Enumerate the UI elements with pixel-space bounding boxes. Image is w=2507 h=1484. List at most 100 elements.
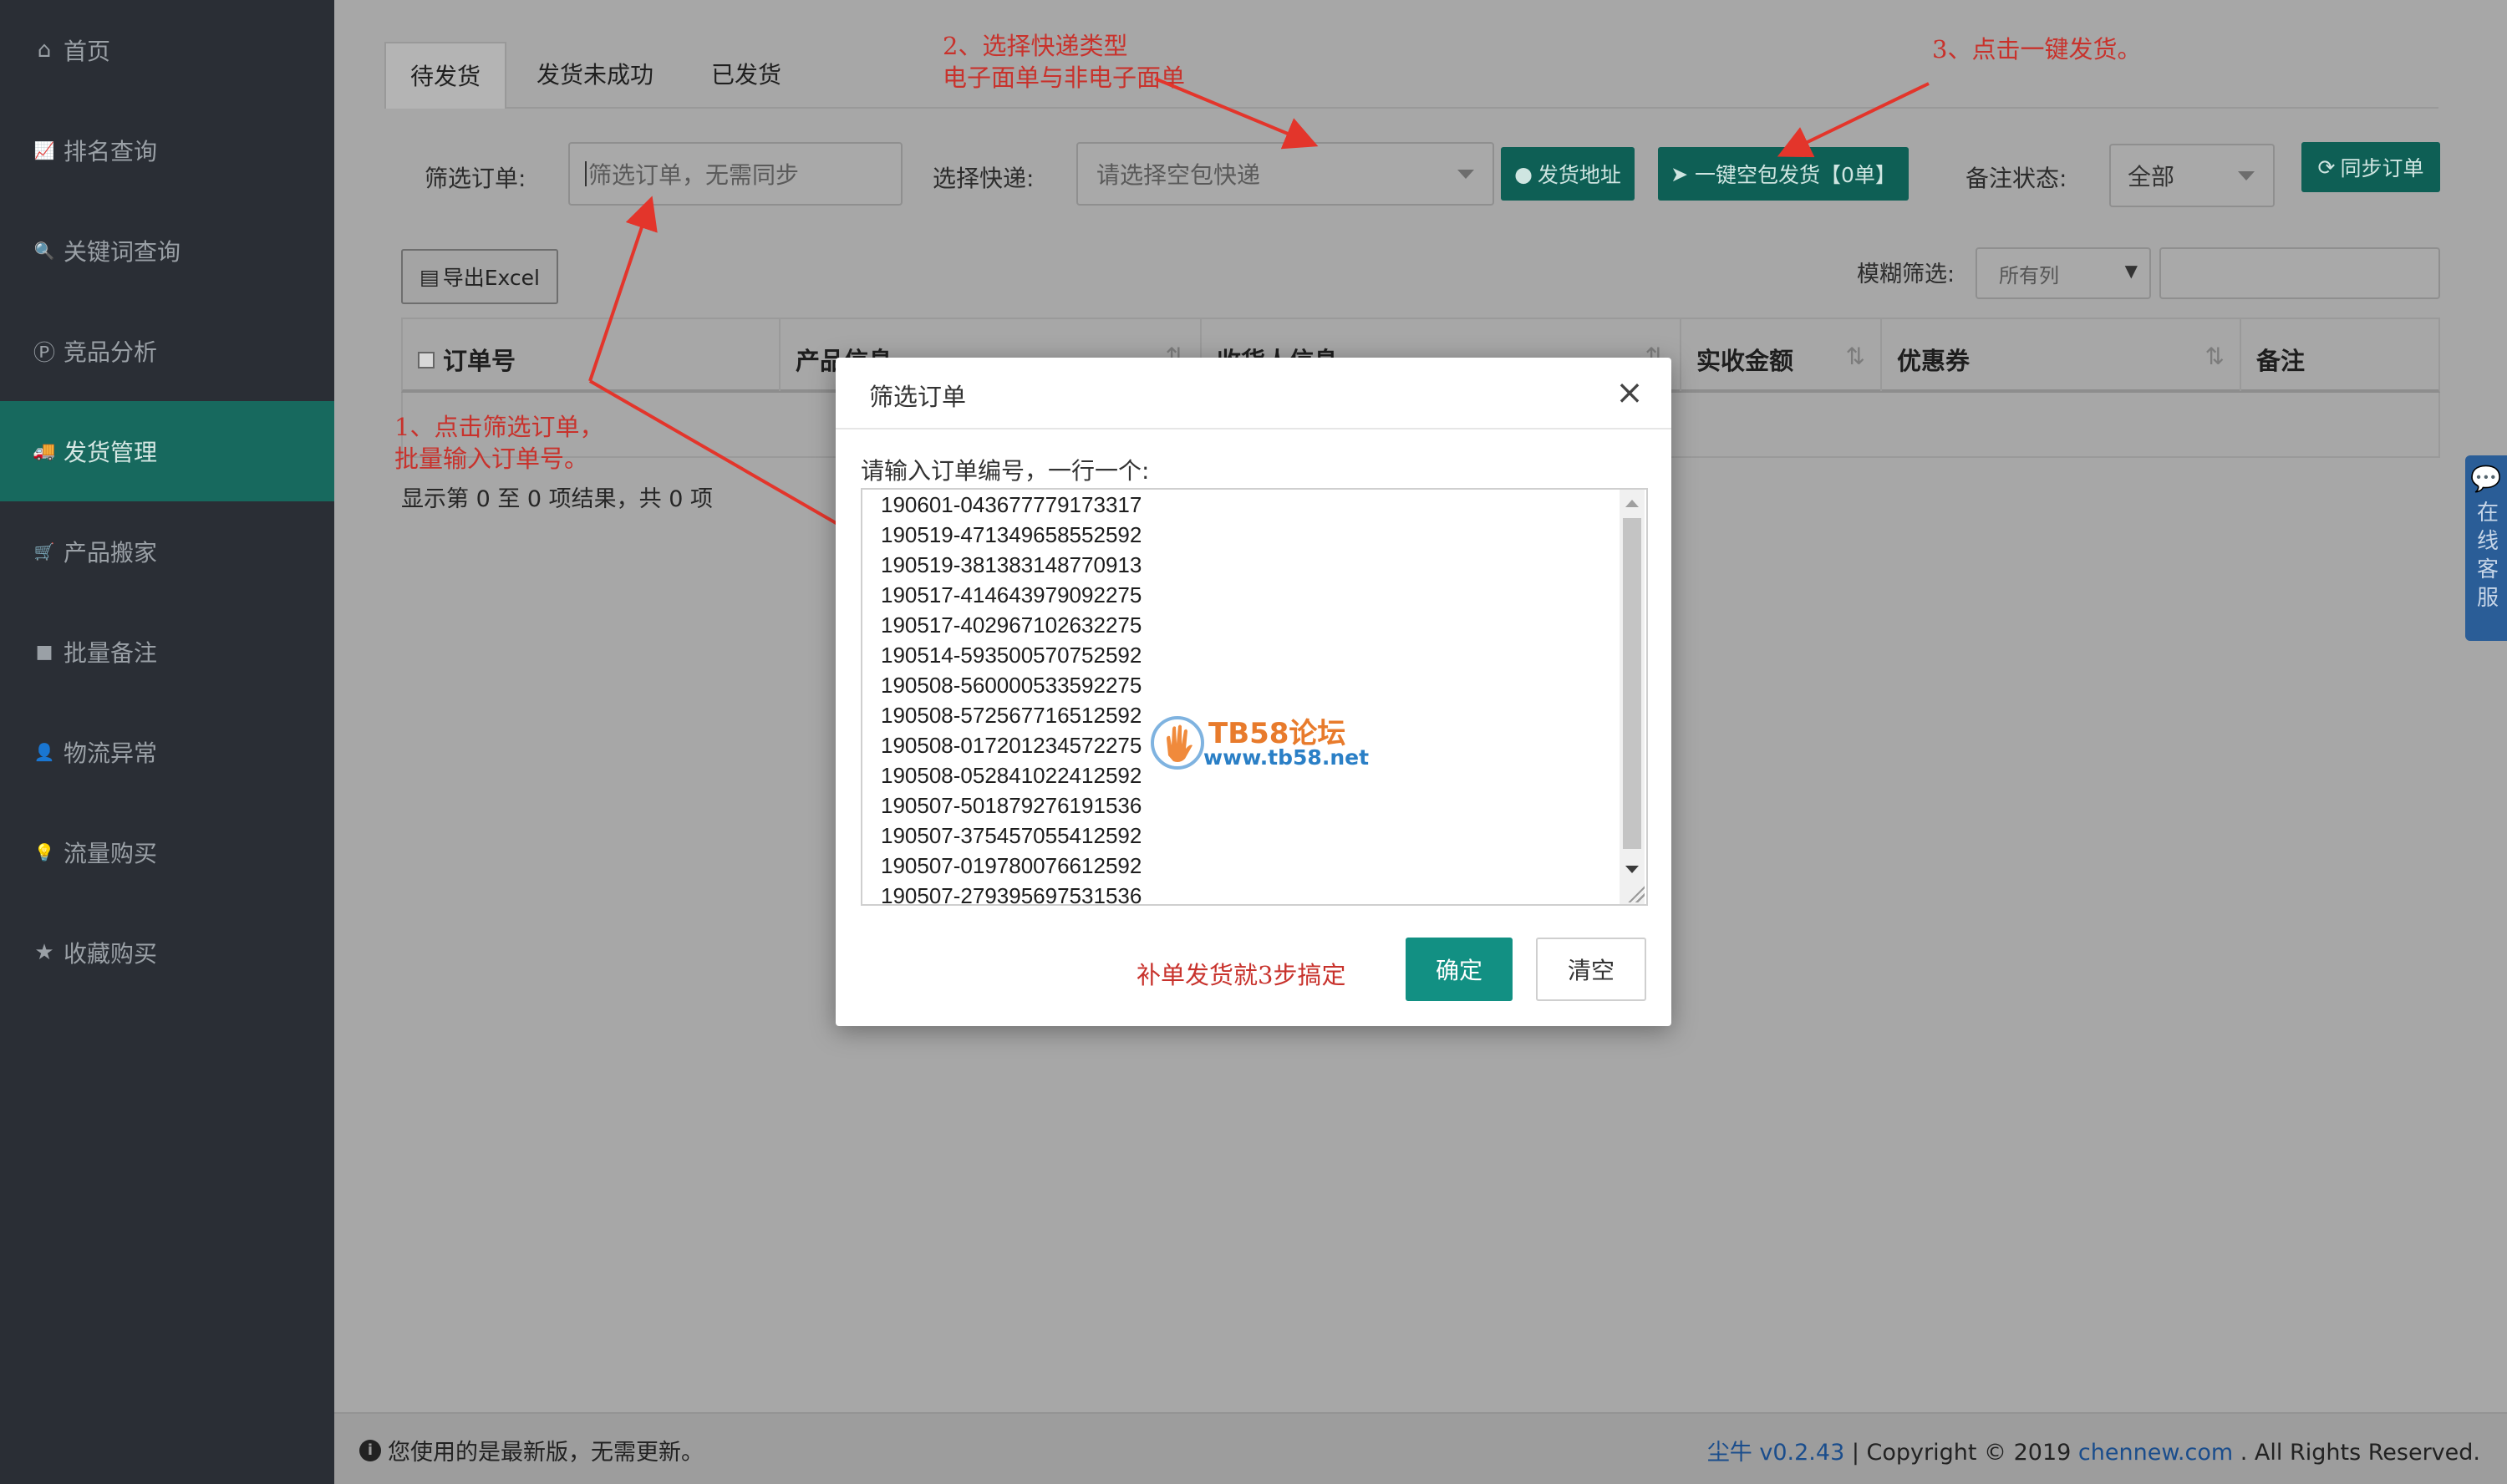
paper-plane-icon: ➤ xyxy=(1670,161,1689,186)
chevron-down-icon xyxy=(1457,170,1474,179)
sidebar-item-label: 发货管理 xyxy=(64,439,158,466)
col-order-no[interactable]: 订单号 xyxy=(403,319,781,391)
hand-logo-icon xyxy=(1151,716,1204,770)
annotation-step3: 3、点击一键发货。 xyxy=(1932,35,2142,64)
order-line: 190507-501879276191536 xyxy=(881,793,1142,818)
export-excel-button[interactable]: ▤ 导出Excel xyxy=(401,249,558,304)
sidebar-item-logistics[interactable]: 👤 物流异常 xyxy=(0,702,334,802)
site-link[interactable]: chennew.com xyxy=(2078,1440,2233,1466)
modal-header: 筛选订单 × xyxy=(836,358,1671,429)
sidebar-item-label: 产品搬家 xyxy=(64,539,158,567)
chevron-down-icon: ▼ xyxy=(2124,261,2138,281)
ship-address-label: 发货地址 xyxy=(1537,163,1621,187)
modal-hint: 补单发货就3步搞定 xyxy=(1137,961,1346,989)
sidebar-item-label: 流量购买 xyxy=(64,840,158,867)
sidebar-item-label: 竞品分析 xyxy=(64,338,158,366)
chat-bubble-icon: 💬 xyxy=(2470,465,2502,494)
express-select-value: 请选择空包快递 xyxy=(1096,161,1261,189)
annotation-step1: 1、点击筛选订单， 批量输入订单号。 xyxy=(394,411,603,475)
order-line: 190517-414643979092275 xyxy=(881,582,1142,607)
watermark-url: www.tb58.net xyxy=(1203,745,1370,770)
star-icon: ★ xyxy=(34,940,54,965)
order-filter-placeholder: 筛选订单，无需同步 xyxy=(588,161,800,189)
watermark: TB58论坛 www.tb58.net xyxy=(1148,709,1374,775)
col-coupon[interactable]: 优惠券 ⇅ xyxy=(1882,319,2241,391)
order-line: 190514-593500570752592 xyxy=(881,643,1142,668)
annotation-step1-line2: 批量输入订单号。 xyxy=(394,445,589,473)
order-filter-input[interactable]: 筛选订单，无需同步 xyxy=(568,142,903,206)
online-service-label: 在线客服 xyxy=(2473,501,2499,614)
col-amount[interactable]: 实收金额 ⇅ xyxy=(1681,319,1882,391)
search-icon: 🔍 xyxy=(33,241,55,261)
bulb-icon: 💡 xyxy=(33,842,55,862)
tab-failed[interactable]: 发货未成功 xyxy=(506,42,684,109)
col-label: 订单号 xyxy=(443,347,516,375)
sidebar-item-label: 物流异常 xyxy=(64,739,158,767)
close-icon[interactable]: × xyxy=(1613,376,1646,409)
sidebar-item-product-move[interactable]: 🛒 产品搬家 xyxy=(0,501,334,602)
export-excel-label: 导出Excel xyxy=(442,266,540,290)
copyright: 尘牛 v0.2.43 | Copyright © 2019 chennew.co… xyxy=(1707,1434,2480,1466)
tab-shipped[interactable]: 已发货 xyxy=(684,42,809,109)
order-line: 190507-019780076612592 xyxy=(881,853,1142,878)
filter-orders-modal: 筛选订单 × 请输入订单编号，一行一个: 190601-043677779173… xyxy=(836,358,1671,1026)
select-all-checkbox[interactable] xyxy=(418,352,435,368)
annotation-step2-line2: 电子面单与非电子面单 xyxy=(943,64,1186,92)
sync-orders-label: 同步订单 xyxy=(2340,156,2424,180)
order-line: 190601-043677779173317 xyxy=(881,492,1142,517)
one-click-ship-label: 一键空包发货【0单】 xyxy=(1695,163,1896,187)
fuzzy-filter-select[interactable]: 所有列 ▼ xyxy=(1976,247,2151,299)
express-label: 选择快递: xyxy=(933,165,1035,192)
annotation-step1-line1: 1、点击筛选订单， xyxy=(394,413,604,441)
clear-button[interactable]: 清空 xyxy=(1536,938,1646,1001)
sidebar-item-label: 批量备注 xyxy=(64,639,158,667)
one-click-ship-button[interactable]: ➤ 一键空包发货【0单】 xyxy=(1658,147,1909,201)
order-list: 190601-043677779173317 190519-4713496585… xyxy=(881,490,1142,904)
ship-address-button[interactable]: ● 发货地址 xyxy=(1501,147,1635,201)
textarea-scrollbar[interactable] xyxy=(1620,490,1645,904)
col-remark[interactable]: 备注 xyxy=(2241,319,2438,391)
sidebar-item-home[interactable]: ⌂ 首页 xyxy=(0,0,334,100)
chart-icon: 📈 xyxy=(33,140,55,160)
resize-grip-icon[interactable] xyxy=(1626,884,1645,902)
modal-prompt: 请输入订单编号，一行一个: xyxy=(861,457,1150,485)
copyright-text: | Copyright © 2019 xyxy=(1844,1440,2078,1466)
sidebar-item-shipping[interactable]: 🚚 发货管理 xyxy=(0,401,334,501)
order-line: 190508-017201234572275 xyxy=(881,733,1142,758)
sidebar-item-traffic[interactable]: 💡 流量购买 xyxy=(0,802,334,902)
p-badge-icon: Ⓟ xyxy=(33,340,55,366)
online-service-widget[interactable]: 💬 在线客服 xyxy=(2465,455,2507,641)
col-label: 优惠券 xyxy=(1897,347,1971,375)
sync-orders-button[interactable]: ⟳ 同步订单 xyxy=(2301,142,2440,192)
chevron-down-icon xyxy=(2238,171,2255,180)
annotation-step2-line1: 2、选择快递类型 xyxy=(943,32,1128,60)
sidebar-item-favorites[interactable]: ★ 收藏购买 xyxy=(0,902,334,1003)
sidebar-item-batch-note[interactable]: ■ 批量备注 xyxy=(0,602,334,702)
order-line: 190519-471349658552592 xyxy=(881,522,1142,547)
order-numbers-textarea[interactable]: 190601-043677779173317 190519-4713496585… xyxy=(861,488,1648,906)
sidebar-item-competitor[interactable]: Ⓟ 竞品分析 xyxy=(0,301,334,401)
fuzzy-filter-input[interactable] xyxy=(2159,247,2440,299)
remark-status-label: 备注状态: xyxy=(1965,165,2067,192)
scroll-thumb[interactable] xyxy=(1623,518,1641,849)
scroll-down-icon[interactable] xyxy=(1625,866,1639,873)
app-version-link[interactable]: 尘牛 v0.2.43 xyxy=(1707,1440,1844,1466)
order-line: 190508-572567716512592 xyxy=(881,703,1142,728)
order-line: 190508-560000533592275 xyxy=(881,673,1142,698)
remark-status-select[interactable]: 全部 xyxy=(2109,144,2275,207)
tab-pending[interactable]: 待发货 xyxy=(384,42,506,109)
note-icon: ■ xyxy=(35,641,53,663)
sidebar-item-label: 排名查询 xyxy=(64,138,158,165)
sidebar-item-ranking[interactable]: 📈 排名查询 xyxy=(0,100,334,201)
home-icon: ⌂ xyxy=(37,38,52,63)
scroll-up-icon[interactable] xyxy=(1625,500,1639,507)
sidebar-item-keyword[interactable]: 🔍 关键词查询 xyxy=(0,201,334,301)
confirm-button[interactable]: 确定 xyxy=(1406,938,1513,1001)
remark-status-value: 全部 xyxy=(2128,163,2175,191)
order-line: 190517-402967102632275 xyxy=(881,612,1142,638)
sidebar: ⌂ 首页 📈 排名查询 🔍 关键词查询 Ⓟ 竞品分析 🚚 发货管理 🛒 产品搬家… xyxy=(0,0,334,1484)
person-icon: 👤 xyxy=(33,742,55,762)
express-select[interactable]: 请选择空包快递 xyxy=(1076,142,1494,206)
text-cursor xyxy=(585,161,587,186)
map-pin-icon: ● xyxy=(1514,161,1533,186)
